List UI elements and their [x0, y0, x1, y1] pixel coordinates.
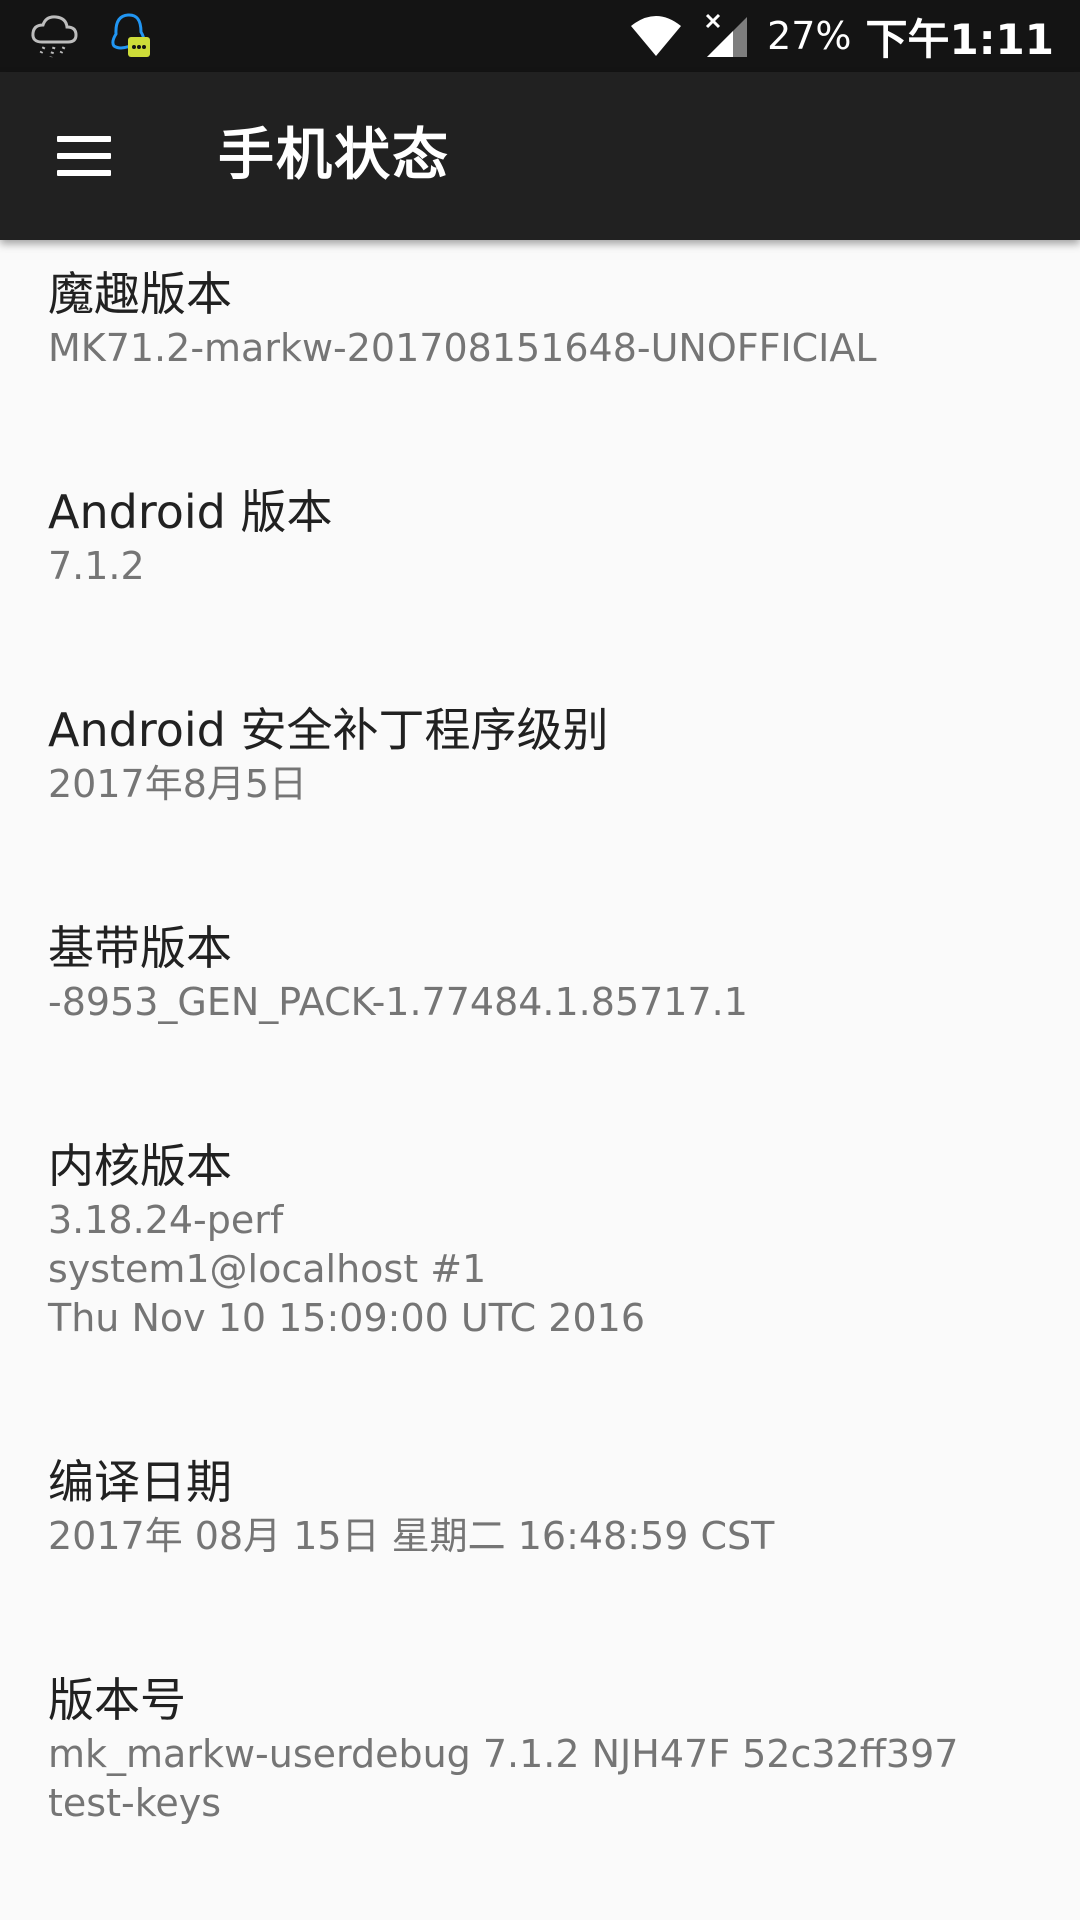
item-title: 魔趣版本 — [48, 267, 232, 321]
item-summary: 3.18.24-perf system1@localhost #1 Thu No… — [48, 1198, 645, 1340]
item-title: Android 安全补丁程序级别 — [48, 703, 609, 757]
list-item-security-patch[interactable]: Android 安全补丁程序级别 2017年8月5日 — [48, 700, 1048, 809]
list-item-build-number[interactable]: 版本号 mk_markw-userdebug 7.1.2 NJH47F 52c3… — [48, 1670, 1048, 1828]
status-bar: 27% 下午1:11 — [0, 0, 1080, 72]
list-item-mokee-version[interactable]: 魔趣版本 MK71.2-markw-201708151648-UNOFFICIA… — [48, 264, 1048, 373]
list-item-kernel-version[interactable]: 内核版本 3.18.24-perf system1@localhost #1 T… — [48, 1136, 1048, 1343]
item-title: 基带版本 — [48, 921, 232, 975]
list-item-android-version[interactable]: Android 版本 7.1.2 — [48, 482, 1048, 591]
cloud-rain-icon — [28, 12, 80, 60]
item-title: 编译日期 — [48, 1455, 232, 1509]
list-item-baseband-version[interactable]: 基带版本 -8953_GEN_PACK-1.77484.1.85717.1 — [48, 918, 1048, 1027]
battery-percentage: 27% — [767, 14, 852, 58]
item-summary: MK71.2-markw-201708151648-UNOFFICIAL — [48, 326, 877, 370]
menu-button[interactable] — [40, 116, 128, 196]
item-title: 版本号 — [48, 1673, 186, 1727]
item-summary: 2017年8月5日 — [48, 762, 308, 806]
qq-message-icon — [106, 10, 154, 62]
item-summary: -8953_GEN_PACK-1.77484.1.85717.1 — [48, 980, 748, 1024]
item-title: 内核版本 — [48, 1139, 232, 1193]
item-summary: 7.1.2 — [48, 544, 145, 588]
page-title: 手机状态 — [218, 123, 450, 188]
system-status: 27% 下午1:11 — [629, 0, 1054, 72]
item-summary: 2017年 08月 15日 星期二 16:48:59 CST — [48, 1514, 775, 1558]
no-sim-signal-icon — [703, 13, 749, 59]
wifi-icon — [629, 14, 683, 58]
app-bar: 手机状态 — [0, 72, 1080, 240]
list-item-build-date[interactable]: 编译日期 2017年 08月 15日 星期二 16:48:59 CST — [48, 1452, 1048, 1561]
hamburger-menu-icon — [57, 136, 111, 176]
notification-icons — [28, 10, 154, 62]
item-title: Android 版本 — [48, 485, 333, 539]
item-summary: mk_markw-userdebug 7.1.2 NJH47F 52c32ff3… — [48, 1732, 959, 1825]
clock: 下午1:11 — [865, 14, 1054, 64]
